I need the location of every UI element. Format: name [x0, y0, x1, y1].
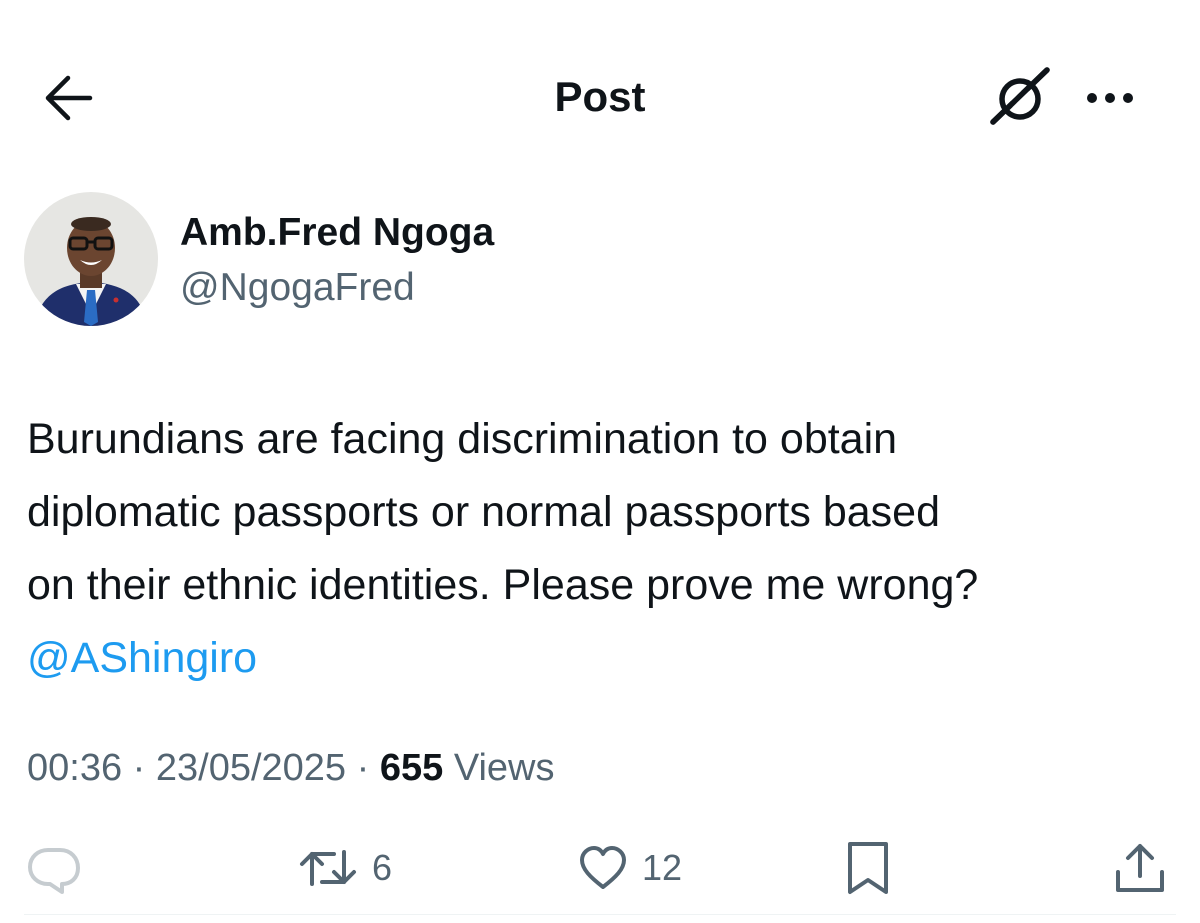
grok-icon — [990, 67, 1050, 125]
share-button[interactable] — [1112, 830, 1168, 905]
post-detail-page: Post Amb.Fred Ngoga @NgogaFred Burundian… — [0, 0, 1200, 923]
post-time[interactable]: 00:36 — [27, 747, 122, 789]
post-date[interactable]: 23/05/2025 — [156, 747, 346, 789]
grok-button[interactable] — [985, 62, 1057, 134]
views-count: 655 — [379, 747, 444, 789]
meta-separator: · — [356, 747, 380, 789]
tweet-text-line: diplomatic passports or normal passports… — [27, 488, 940, 536]
mention-link[interactable]: @AShingiro — [27, 622, 1177, 695]
like-button[interactable]: 12 — [578, 830, 682, 905]
meta-separator: · — [132, 747, 156, 789]
like-count: 12 — [642, 846, 683, 888]
repost-icon — [300, 849, 356, 886]
post-meta: 00:36 · 23/05/2025 · 655 Views — [27, 745, 555, 791]
reply-icon — [28, 847, 80, 894]
author-display-name[interactable]: Amb.Fred Ngoga — [180, 210, 494, 256]
bookmark-icon — [848, 841, 888, 894]
top-bar: Post — [0, 0, 1200, 190]
avatar[interactable] — [24, 192, 158, 326]
reply-button[interactable] — [26, 830, 82, 905]
bookmark-button[interactable] — [844, 830, 892, 905]
divider — [24, 914, 1176, 915]
repost-count: 6 — [372, 846, 393, 888]
more-horizontal-icon — [1087, 93, 1133, 103]
author-handle[interactable]: @NgogaFred — [180, 265, 415, 311]
share-icon — [1116, 843, 1164, 892]
heart-icon — [580, 845, 626, 889]
tweet-text: Burundians are facing discrimination to … — [27, 403, 1177, 695]
repost-button[interactable]: 6 — [298, 830, 392, 905]
action-bar: 6 12 — [0, 830, 1200, 905]
profile-photo — [24, 192, 158, 326]
tweet-text-line: on their ethnic identities. Please prove… — [27, 561, 979, 609]
views-label: Views — [453, 747, 555, 789]
tweet-text-line: Burundians are facing discrimination to … — [27, 415, 898, 463]
more-options-button[interactable] — [1080, 78, 1140, 118]
